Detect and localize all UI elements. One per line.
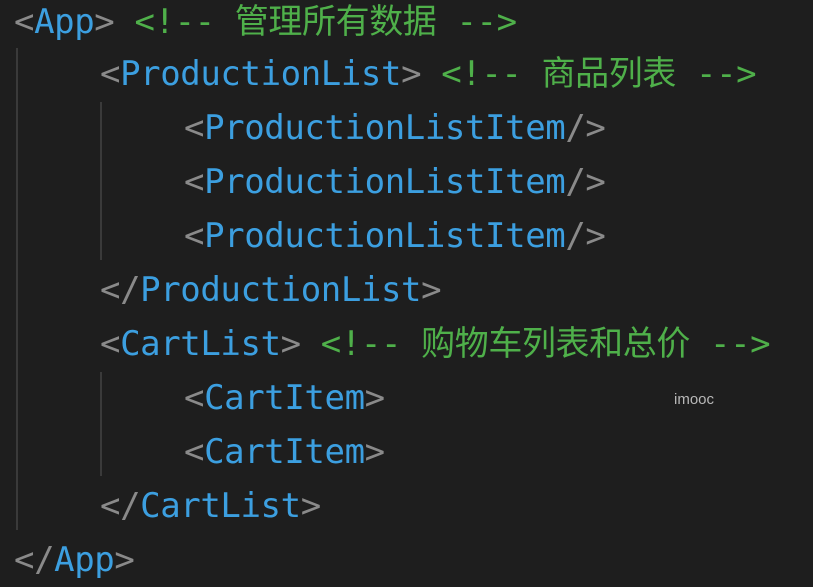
tag-name: App (54, 540, 115, 580)
code-line: <ProductionListItem/> (0, 106, 606, 150)
tag-name: ProductionList (140, 270, 422, 310)
tag-close-bracket: > (300, 486, 321, 526)
tag-close-bracket: > (94, 2, 115, 42)
code-line: </ProductionList> (0, 268, 442, 312)
tag-close-bracket: > (364, 432, 385, 472)
code-line: </App> (0, 538, 135, 582)
code-line: <App> <!-- 管理所有数据 --> (0, 0, 517, 44)
tag-close-bracket: > (114, 540, 135, 580)
code-line: <CartList> <!-- 购物车列表和总价 --> (0, 322, 771, 366)
tag-name: ProductionListItem (204, 108, 566, 148)
code-line: </CartList> (0, 484, 321, 528)
code-comment: <!-- 商品列表 --> (441, 54, 757, 94)
tag-name: ProductionListItem (204, 162, 566, 202)
tag-open-bracket: < (100, 54, 121, 94)
tag-close-bracket: /> (565, 216, 606, 256)
tag-open-bracket: < (184, 162, 205, 202)
tag-name: CartList (120, 324, 281, 364)
watermark: imooc (674, 391, 715, 408)
tag-name: ProductionList (120, 54, 402, 94)
code-line: <CartItem> (0, 376, 385, 420)
tag-close-bracket: > (421, 270, 442, 310)
tag-open-bracket: < (14, 2, 35, 42)
tag-open-bracket: </ (14, 540, 55, 580)
tag-name: App (34, 2, 95, 42)
tag-open-bracket: </ (100, 486, 141, 526)
tag-close-bracket: > (364, 378, 385, 418)
code-line: <ProductionListItem/> (0, 214, 606, 258)
code-comment: <!-- 购物车列表和总价 --> (320, 324, 771, 364)
tag-name: ProductionListItem (204, 216, 566, 256)
tag-open-bracket: < (184, 432, 205, 472)
code-line: <ProductionList> <!-- 商品列表 --> (0, 52, 757, 96)
tag-open-bracket: < (184, 108, 205, 148)
tag-close-bracket: /> (565, 108, 606, 148)
tag-open-bracket: </ (100, 270, 141, 310)
tag-open-bracket: < (184, 216, 205, 256)
tag-close-bracket: > (401, 54, 422, 94)
tag-name: CartItem (204, 432, 365, 472)
tag-name: CartItem (204, 378, 365, 418)
tag-name: CartList (140, 486, 301, 526)
tag-close-bracket: /> (565, 162, 606, 202)
code-line: <ProductionListItem/> (0, 160, 606, 204)
tag-open-bracket: < (184, 378, 205, 418)
code-editor: <App> <!-- 管理所有数据 --> <ProductionList> <… (0, 0, 813, 587)
code-comment: <!-- 管理所有数据 --> (134, 2, 517, 42)
code-line: <CartItem> (0, 430, 385, 474)
tag-open-bracket: < (100, 324, 121, 364)
tag-close-bracket: > (280, 324, 301, 364)
